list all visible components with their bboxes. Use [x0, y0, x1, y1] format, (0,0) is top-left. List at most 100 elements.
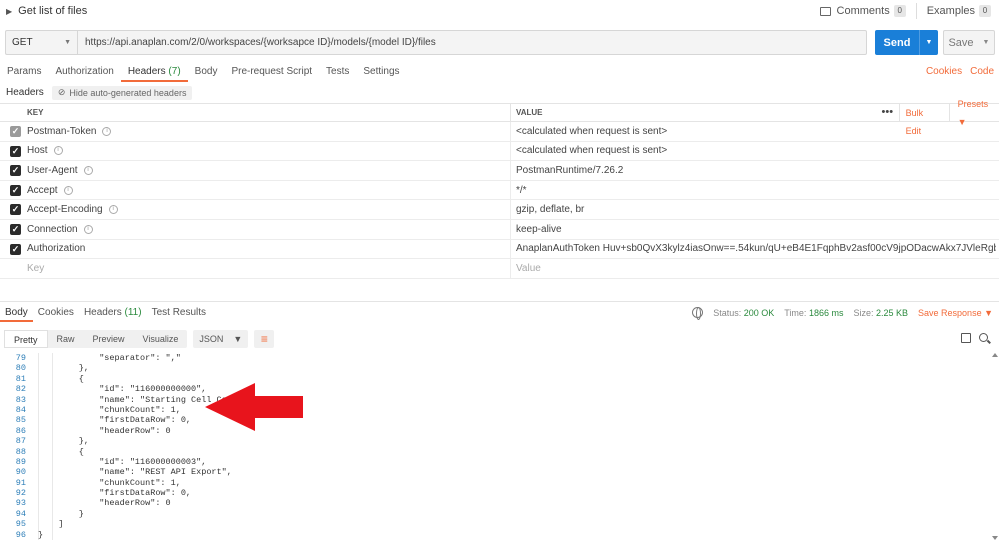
code-text: "id": "116000000000", — [38, 384, 207, 395]
hide-auto-headers-button[interactable]: ⊘ Hide auto-generated headers — [51, 85, 193, 100]
url-input[interactable]: https://api.anaplan.com/2/0/workspaces/{… — [77, 30, 867, 55]
time-value: 1866 ms — [808, 307, 844, 318]
header-key[interactable]: User-Agent — [27, 165, 78, 176]
view-preview[interactable]: Preview — [84, 330, 134, 348]
code-line: 95 ] — [0, 519, 999, 529]
format-select[interactable]: JSON ▼ — [193, 330, 249, 348]
send-button[interactable]: Send ▼ — [875, 30, 938, 55]
key-column-header: KEY — [27, 108, 44, 117]
table-row: ✓ Authorization AnaplanAuthToken Huv+sb0… — [0, 239, 999, 260]
tab-pre-request-script[interactable]: Pre-request Script — [224, 62, 319, 82]
line-number: 88 — [15, 446, 26, 457]
code-link[interactable]: Code — [970, 66, 994, 77]
status-value: 200 OK — [743, 307, 775, 318]
header-value[interactable]: <calculated when request is sent> — [516, 126, 996, 137]
tab-response-headers[interactable]: Headers (11) — [79, 303, 147, 322]
code-text: { — [38, 446, 84, 457]
row-checkbox[interactable]: ✓ — [10, 223, 21, 235]
save-dropdown-icon[interactable]: ▼ — [978, 39, 994, 46]
eye-slash-icon: ⊘ — [57, 87, 66, 97]
row-checkbox[interactable]: ✓ — [10, 145, 21, 157]
method-value: GET — [12, 37, 33, 48]
chevron-down-icon: ▼ — [233, 334, 243, 344]
caret-right-icon[interactable]: ▶ — [6, 7, 12, 16]
cookies-link[interactable]: Cookies — [926, 66, 962, 77]
info-icon[interactable]: i — [83, 165, 93, 175]
pane-divider[interactable] — [0, 301, 999, 302]
code-line: 81 { — [0, 374, 999, 384]
scroll-up-icon[interactable] — [992, 353, 998, 357]
header-value[interactable]: AnaplanAuthToken Huv+sb0QvX3kylz4iasOnw=… — [516, 243, 996, 254]
header-key[interactable]: Accept — [27, 185, 58, 196]
view-raw[interactable]: Raw — [48, 330, 84, 348]
row-checkbox[interactable]: ✓ — [10, 184, 21, 196]
search-icon[interactable] — [979, 333, 988, 342]
tab-test-results[interactable]: Test Results — [147, 303, 211, 322]
save-response-button[interactable]: Save Response ▼ — [918, 308, 993, 318]
examples-count: 0 — [979, 5, 991, 17]
table-row: ✓ User-Agent i PostmanRuntime/7.26.2 — [0, 161, 999, 181]
code-text: } — [38, 508, 84, 519]
line-number: 92 — [15, 488, 26, 499]
header-key[interactable]: Postman-Token — [27, 126, 96, 137]
tab-body[interactable]: Body — [188, 62, 225, 82]
code-line: 79 "separator": "," — [0, 353, 999, 363]
code-text: } — [38, 529, 44, 540]
method-select[interactable]: GET ▼ — [5, 30, 77, 55]
row-checkbox[interactable]: ✓ — [10, 165, 21, 177]
scrollbar[interactable] — [992, 353, 999, 540]
info-icon[interactable]: i — [108, 205, 118, 215]
bulk-edit-link[interactable]: Bulk Edit — [900, 104, 950, 136]
save-label: Save — [948, 36, 974, 49]
header-value[interactable]: PostmanRuntime/7.26.2 — [516, 165, 996, 176]
header-key[interactable]: Authorization — [27, 243, 85, 254]
new-key-input[interactable]: Key — [27, 263, 44, 274]
view-pretty[interactable]: Pretty — [4, 330, 48, 348]
request-name[interactable]: Get list of files — [18, 5, 87, 17]
examples-label: Examples — [926, 5, 975, 17]
tab-response-body[interactable]: Body — [0, 303, 33, 322]
line-number: 93 — [15, 498, 26, 509]
code-text: "headerRow": 0 — [38, 498, 171, 509]
row-checkbox[interactable]: ✓ — [10, 204, 21, 216]
line-number: 84 — [15, 404, 26, 415]
header-key[interactable]: Host — [27, 145, 48, 156]
globe-icon[interactable] — [692, 307, 704, 320]
line-number: 91 — [15, 477, 26, 488]
send-dropdown-icon[interactable]: ▼ — [920, 39, 938, 46]
tab-headers[interactable]: Headers (7) — [120, 62, 188, 82]
header-key[interactable]: Connection — [27, 224, 78, 235]
code-line: 89 "id": "116000000003", — [0, 457, 999, 467]
header-value[interactable]: <calculated when request is sent> — [516, 145, 996, 156]
line-number: 86 — [15, 425, 26, 436]
tab-settings[interactable]: Settings — [356, 62, 406, 82]
examples-button[interactable]: Examples 0 — [917, 5, 999, 17]
tab-tests[interactable]: Tests — [319, 62, 356, 82]
code-line: 84 "chunkCount": 1, — [0, 405, 999, 415]
row-checkbox[interactable]: ✓ — [10, 126, 21, 137]
comments-button[interactable]: Comments 0 — [819, 3, 917, 19]
header-value[interactable]: */* — [516, 185, 996, 196]
tab-response-cookies[interactable]: Cookies — [33, 303, 79, 322]
tab-authorization[interactable]: Authorization — [48, 62, 120, 82]
response-body-code[interactable]: 79 "separator": "," 80 }, 81 {82 "id": "11… — [0, 353, 999, 540]
row-checkbox[interactable]: ✓ — [10, 243, 21, 255]
tab-params[interactable]: Params — [0, 62, 48, 82]
header-value[interactable]: keep-alive — [516, 224, 996, 235]
info-icon[interactable]: i — [53, 146, 63, 156]
more-options-icon[interactable]: ••• — [876, 104, 900, 122]
save-button[interactable]: Save ▼ — [943, 30, 995, 55]
new-value-input[interactable]: Value — [516, 263, 996, 274]
info-icon[interactable]: i — [102, 126, 112, 136]
send-label: Send — [883, 36, 911, 49]
wrap-lines-icon[interactable]: ≡ — [254, 330, 275, 348]
header-key[interactable]: Accept-Encoding — [27, 204, 103, 215]
info-icon[interactable]: i — [63, 185, 73, 195]
line-number: 90 — [15, 467, 26, 478]
scroll-down-icon[interactable] — [992, 536, 998, 540]
header-value[interactable]: gzip, deflate, br — [516, 204, 996, 215]
response-status: Status: 200 OK Time: 1866 ms Size: 2.25 … — [692, 303, 999, 322]
copy-icon[interactable] — [961, 333, 971, 343]
view-visualize[interactable]: Visualize — [134, 330, 188, 348]
info-icon[interactable]: i — [83, 224, 93, 234]
